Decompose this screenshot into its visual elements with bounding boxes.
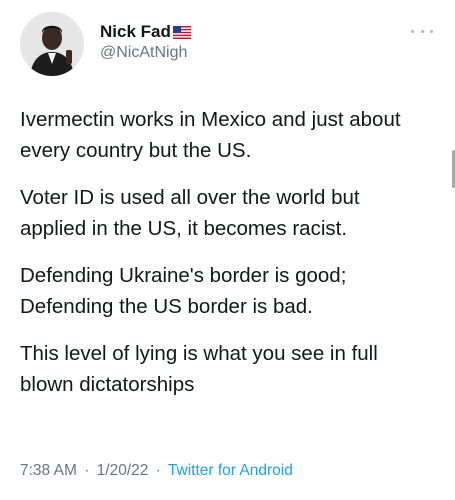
author-handle[interactable]: @NicAtNigh (100, 44, 187, 62)
tweet-paragraph: Ivermectin works in Mexico and just abou… (20, 108, 401, 162)
tweet-paragraph: Defending Ukraine's border is good; Defe… (20, 264, 347, 318)
avatar[interactable] (20, 12, 84, 76)
us-flag-icon (172, 25, 191, 39)
tweet-meta: 7:38 AM · 1/20/22 · Twitter for Android (20, 462, 293, 480)
tweet-time: 7:38 AM (20, 462, 77, 479)
more-options-icon[interactable] (411, 24, 433, 38)
author-name-row: Nick Fad (100, 22, 191, 42)
tweet-text: Ivermectin works in Mexico and just abou… (20, 104, 430, 416)
meta-separator: · (84, 462, 90, 479)
author-display-name[interactable]: Nick Fad (100, 22, 171, 42)
tweet-paragraph: Voter ID is used all over the world but … (20, 186, 360, 240)
tweet-date[interactable]: 1/20/22 (97, 462, 149, 479)
avatar-image (20, 12, 84, 76)
meta-separator: · (155, 462, 161, 479)
tweet-paragraph: This level of lying is what you see in f… (20, 342, 378, 396)
tweet-source-link[interactable]: Twitter for Android (168, 462, 293, 479)
